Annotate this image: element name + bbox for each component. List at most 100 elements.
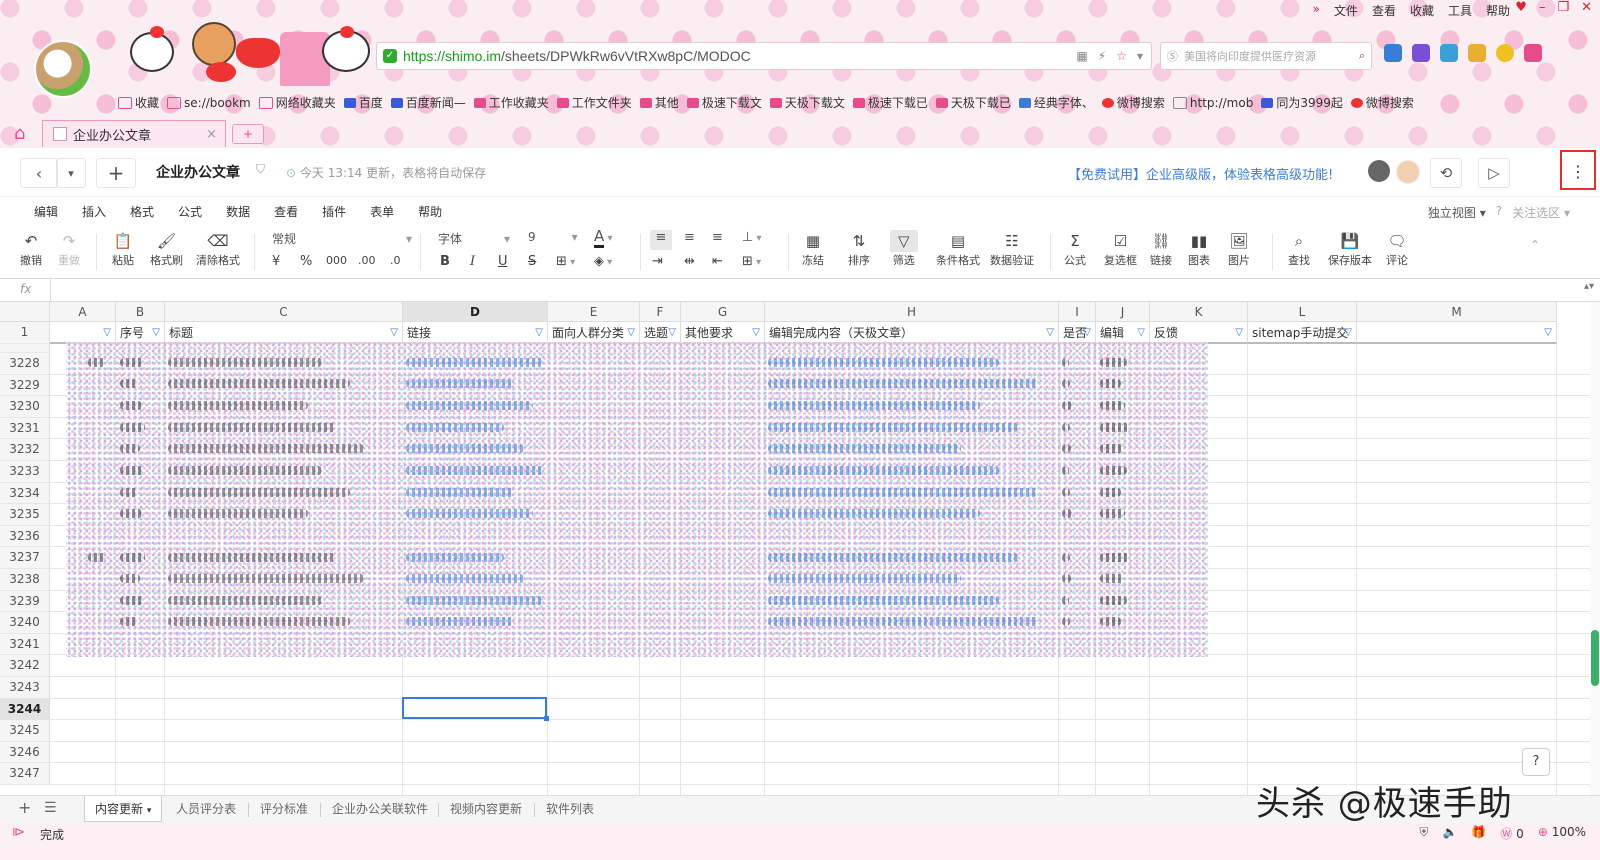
close-window-icon[interactable]: ✕ (1581, 0, 1592, 15)
translate-icon[interactable] (1384, 44, 1402, 62)
adblock-icon[interactable]: Ⓦ 0 (1500, 825, 1523, 842)
browser-search-box[interactable]: Ⓢ 美国将向印度提供医疗资源 ⌕ (1160, 42, 1372, 70)
row-header[interactable]: 3232 (0, 439, 50, 461)
bookmark-item[interactable]: 工作收藏夹 (473, 94, 549, 111)
browser-menu-help[interactable]: 帮助 (1486, 2, 1510, 19)
search-engine-icon[interactable]: Ⓢ (1167, 48, 1178, 64)
lightning-icon[interactable]: ⚡ (1098, 49, 1106, 63)
menu-format[interactable]: 格式 (118, 197, 166, 223)
column-filter-icon[interactable]: ▽ (1046, 322, 1054, 342)
follow-selection-dropdown[interactable]: 关注选区 ▾ (1512, 204, 1570, 221)
format-painter-button[interactable]: 🖌 格式刷 (150, 230, 183, 268)
sheet-tab[interactable]: 企业办公关联软件 (332, 800, 428, 817)
bookmark-item[interactable]: 百度新闻— (390, 94, 466, 111)
emoji-icon[interactable] (1496, 44, 1514, 62)
column-header-j[interactable]: J (1096, 302, 1150, 322)
column-filter-icon[interactable]: ▽ (535, 322, 543, 342)
underline-button[interactable]: U (498, 254, 508, 269)
bookmark-item[interactable]: 微博搜索 (1101, 94, 1165, 111)
add-decimal-button[interactable]: .00 (358, 254, 376, 267)
align-center-button[interactable]: ≡ (684, 230, 695, 245)
header-cell[interactable]: 其他要求 ▽ (681, 322, 765, 344)
clear-format-button[interactable]: ⌫ 清除格式 (196, 230, 240, 268)
row-header[interactable]: 3229 (0, 374, 50, 397)
qr-code-icon[interactable]: ▦ (1076, 49, 1087, 63)
number-format-select[interactable]: 常规 ▾ (272, 230, 412, 247)
browser-tab-active[interactable]: 企业办公文章 × (42, 120, 226, 147)
row-header[interactable]: 3242 (0, 655, 50, 677)
font-family-select[interactable]: 字体 ▾ (438, 230, 510, 247)
gift-icon[interactable]: 🎁 (1471, 825, 1486, 842)
header-cell[interactable]: 序号 ▽ (116, 322, 165, 344)
sound-icon[interactable]: 🔈 (1442, 825, 1457, 842)
column-filter-icon[interactable]: ▽ (1544, 322, 1552, 342)
home-icon[interactable]: ⌂ (14, 123, 25, 144)
column-filter-icon[interactable]: ▽ (1235, 322, 1243, 342)
comment-button[interactable]: 🗨 评论 (1386, 230, 1408, 268)
column-filter-icon[interactable]: ▽ (390, 322, 398, 342)
column-filter-icon[interactable]: ▽ (627, 322, 635, 342)
header-cell[interactable]: ▽ (50, 322, 116, 344)
browser-menu-favorites[interactable]: 收藏 (1410, 2, 1434, 19)
sheet-list-icon[interactable]: ☰ (44, 800, 57, 816)
row-header[interactable]: 3240 (0, 612, 50, 634)
italic-button[interactable]: I (470, 254, 475, 269)
sheet-tab[interactable]: 评分标准 (260, 800, 308, 817)
expand-formula-icon[interactable]: ▴▾ (1584, 281, 1594, 292)
bookmark-item[interactable]: 网络收藏夹 (258, 94, 336, 111)
remove-decimal-button[interactable]: .0 (390, 254, 401, 267)
menu-help[interactable]: 帮助 (406, 197, 454, 223)
table-row[interactable] (50, 699, 1590, 721)
url-text[interactable]: https://shimo.im/sheets/DPWkRw6vVtRXw8pC… (403, 48, 751, 64)
row-header[interactable]: 3247 (0, 763, 50, 785)
back-button[interactable]: ‹ (20, 158, 58, 188)
help-circle-icon[interactable]: ? (1496, 204, 1502, 221)
column-filter-icon[interactable]: ▽ (152, 322, 160, 342)
vertical-align-button[interactable]: ⊥ ▾ (742, 230, 762, 245)
present-button[interactable]: ▷ (1478, 158, 1510, 188)
row-header[interactable]: 3233 (0, 461, 50, 483)
row-header[interactable]: 3231 (0, 417, 50, 440)
row-header[interactable]: 1 (0, 322, 50, 344)
bookmark-item[interactable]: 天极下载文 (769, 94, 845, 111)
row-header[interactable]: 3237 (0, 547, 50, 569)
thousands-separator-button[interactable]: 000 (326, 254, 347, 267)
sheet-tab[interactable]: 软件列表 (546, 800, 594, 817)
bookmark-item[interactable]: http://mob (1172, 94, 1253, 111)
sheet-tab[interactable]: 视频内容更新 (450, 800, 522, 817)
header-cell[interactable]: sitemap手动提交 ▽ (1248, 322, 1357, 344)
currency-button[interactable]: ¥ (272, 254, 280, 269)
borders-button[interactable]: ⊞ ▾ (556, 254, 575, 269)
header-cell[interactable]: 反馈 ▽ (1150, 322, 1248, 344)
bookmark-item[interactable]: 工作文件夹 (556, 94, 632, 111)
column-header-l[interactable]: L (1248, 302, 1357, 322)
row-header[interactable]: 3236 (0, 525, 50, 548)
vertical-scrollbar[interactable] (1590, 302, 1600, 795)
download-icon[interactable] (1524, 44, 1542, 62)
row-header[interactable]: 3243 (0, 677, 50, 699)
column-header-e[interactable]: E (548, 302, 640, 322)
row-header[interactable] (0, 344, 50, 353)
collaborator-avatar[interactable] (1368, 160, 1390, 182)
help-button[interactable]: ? (1522, 748, 1550, 776)
shield-icon[interactable]: ⛨ (1419, 825, 1428, 842)
table-row[interactable] (50, 677, 1590, 699)
column-header-k[interactable]: K (1150, 302, 1248, 322)
wrap-text-button[interactable]: ⇥ (652, 254, 663, 269)
header-cell[interactable]: 选题 ▽ (640, 322, 681, 344)
header-cell[interactable]: 链接 ▽ (403, 322, 548, 344)
row-header[interactable]: 3235 (0, 504, 50, 526)
collapse-toolbar-icon[interactable]: ⌃ (1530, 238, 1540, 252)
new-file-button[interactable]: + (96, 158, 136, 188)
skin-icon[interactable]: ♥ (1515, 0, 1527, 15)
column-header-c[interactable]: C (165, 302, 403, 322)
column-filter-icon[interactable]: ▽ (1083, 322, 1091, 342)
bookmark-item[interactable]: 经典字体、 (1018, 94, 1094, 111)
key-icon[interactable] (1468, 44, 1486, 62)
row-header[interactable]: 3238 (0, 569, 50, 591)
freeze-button[interactable]: ▦ 冻结 (802, 230, 824, 268)
select-all-corner[interactable] (0, 302, 50, 322)
menu-view[interactable]: 查看 (262, 197, 310, 223)
search-icon[interactable]: ⌕ (1359, 49, 1365, 63)
column-header-b[interactable]: B (116, 302, 165, 322)
